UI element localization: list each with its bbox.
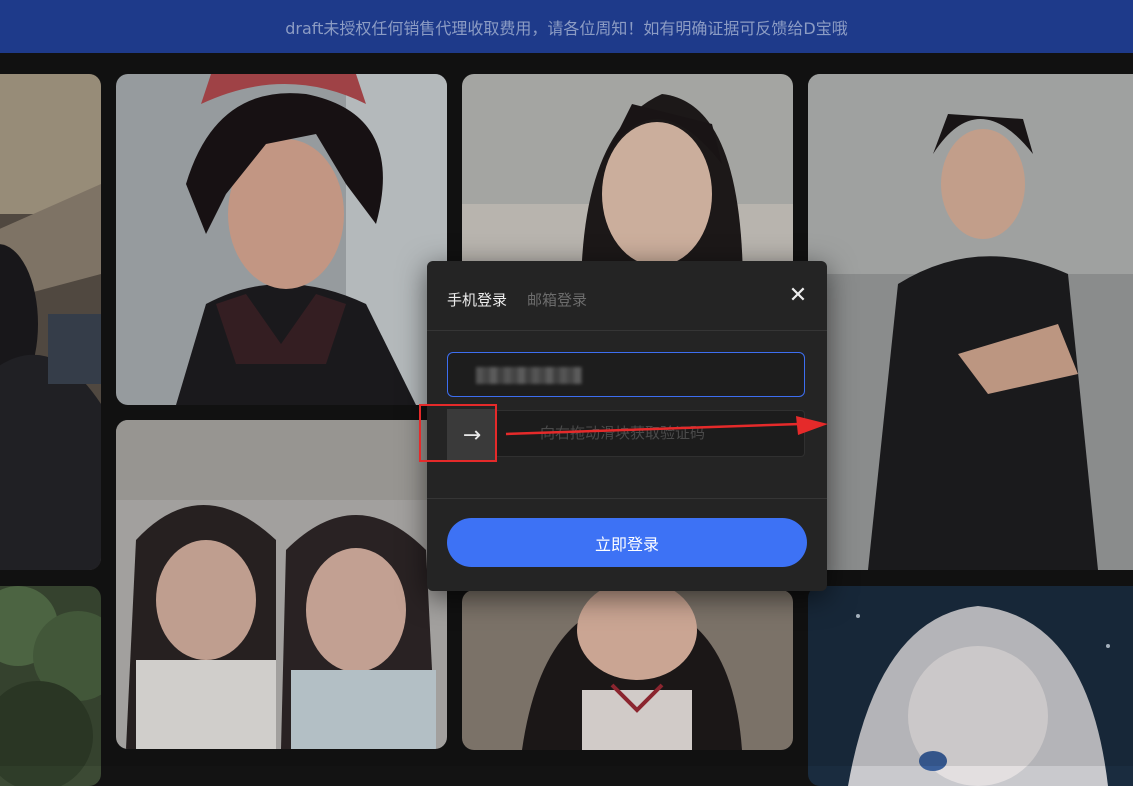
redacted-phone-number [476, 367, 582, 384]
verification-slider[interactable]: 向右拖动滑块获取验证码 [447, 410, 805, 457]
gallery-image[interactable] [808, 586, 1133, 786]
gallery-image[interactable] [0, 74, 101, 570]
gallery-image[interactable] [0, 586, 101, 786]
phone-input[interactable] [447, 352, 805, 397]
gallery-image[interactable] [116, 420, 447, 749]
gallery-image[interactable] [116, 74, 447, 405]
gallery-image[interactable] [808, 74, 1133, 570]
slider-handle[interactable]: → [447, 409, 497, 461]
slider-hint: 向右拖动滑块获取验证码 [540, 424, 706, 442]
arrow-right-icon: → [462, 422, 482, 448]
announcement-banner: draft未授权任何销售代理收取费用，请各位周知！如有明确证据可反馈给D宝哦 [0, 0, 1133, 53]
header-divider [427, 330, 827, 331]
tab-phone-login[interactable]: 手机登录 [447, 289, 507, 310]
footer-divider [427, 498, 827, 499]
login-button[interactable]: 立即登录 [447, 518, 807, 567]
close-icon[interactable]: ✕ [787, 285, 809, 307]
login-button-label: 立即登录 [594, 534, 659, 554]
announcement-text: draft未授权任何销售代理收取费用，请各位周知！如有明确证据可反馈给D宝哦 [285, 18, 848, 38]
gallery-image[interactable] [462, 590, 793, 750]
tab-email-login[interactable]: 邮箱登录 [527, 289, 587, 310]
login-tabs: 手机登录 邮箱登录 [447, 289, 587, 310]
